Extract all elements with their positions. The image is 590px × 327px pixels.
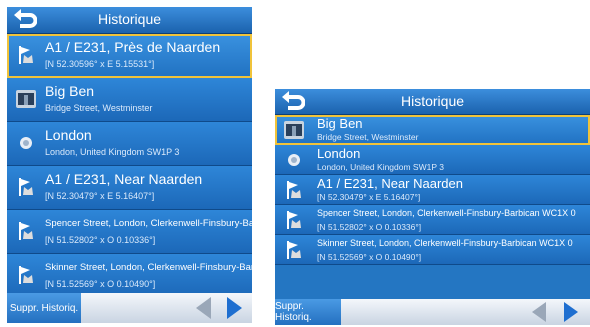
- flag-icon: [19, 46, 33, 64]
- item-title: Spencer Street, London, Clerkenwell-Fins…: [317, 208, 576, 218]
- flag-icon: [19, 266, 33, 284]
- next-page-button[interactable]: [556, 299, 584, 325]
- landmark-photo-icon: [284, 121, 304, 139]
- page-title: Historique: [400, 93, 465, 109]
- item-subtitle: [N 51.52569° x O 0.10490°]: [45, 279, 156, 289]
- bottom-toolbar: Suppr. Historiq.: [7, 293, 252, 323]
- item-title: Spencer Street, London, Clerkenwell-Fins…: [45, 218, 252, 229]
- item-title: London: [317, 146, 361, 161]
- history-item[interactable]: A1 / E231, Near Naarden [N 52.30479° x E…: [275, 175, 590, 205]
- history-list: Big Ben Bridge Street, Westminster Londo…: [275, 115, 590, 265]
- item-subtitle: London, United Kingdom SW1P 3: [45, 147, 180, 157]
- item-title: A1 / E231, Near Naarden: [45, 171, 203, 187]
- flag-icon: [287, 211, 301, 229]
- arrow-right-icon: [227, 297, 242, 319]
- item-subtitle: Bridge Street, Westminster: [45, 103, 153, 113]
- history-item[interactable]: Big Ben Bridge Street, Westminster: [7, 78, 252, 122]
- next-page-button[interactable]: [220, 293, 248, 323]
- item-title: Skinner Street, London, Clerkenwell-Fins…: [45, 262, 252, 273]
- flag-icon: [287, 241, 301, 259]
- item-subtitle: Bridge Street, Westminster: [317, 132, 419, 142]
- history-item[interactable]: Big Ben Bridge Street, Westminster: [275, 115, 590, 145]
- history-item[interactable]: Skinner Street, London, Clerkenwell-Fins…: [7, 254, 252, 298]
- history-item[interactable]: A1 / E231, Near Naarden [N 52.30479° x E…: [7, 166, 252, 210]
- page-title: Historique: [97, 11, 162, 27]
- clear-history-button[interactable]: Suppr. Historiq.: [275, 299, 341, 325]
- landmark-photo-icon: [16, 90, 36, 108]
- item-title: A1 / E231, Près de Naarden: [45, 39, 221, 55]
- item-title: A1 / E231, Near Naarden: [317, 176, 463, 191]
- history-screen-left: Historique A1 / E231, Près de Naarden [N…: [7, 7, 252, 323]
- item-subtitle: [N 52.30479° x E 5.16407°]: [45, 191, 155, 201]
- item-subtitle: [N 52.30479° x E 5.16407°]: [317, 192, 421, 202]
- item-subtitle: [N 51.52802° x O 0.10336°]: [317, 222, 422, 232]
- history-item[interactable]: Skinner Street, London, Clerkenwell-Fins…: [275, 235, 590, 265]
- item-subtitle: [N 51.52569° x O 0.10490°]: [317, 252, 422, 262]
- item-subtitle: [N 51.52802° x O 0.10336°]: [45, 235, 156, 245]
- title-bar: Historique: [275, 89, 590, 115]
- flag-icon: [19, 178, 33, 196]
- arrow-left-icon: [196, 297, 211, 319]
- arrow-right-icon: [564, 302, 578, 322]
- city-dot-icon: [288, 154, 300, 166]
- item-title: Big Ben: [317, 116, 363, 131]
- bottom-toolbar: Suppr. Historiq.: [275, 299, 590, 325]
- flag-icon: [287, 181, 301, 199]
- history-screen-right: Historique Big Ben Bridge Street, Westmi…: [275, 89, 590, 325]
- history-item[interactable]: A1 / E231, Près de Naarden [N 52.30596° …: [7, 34, 252, 78]
- item-subtitle: [N 52.30596° x E 5.15531°]: [45, 59, 155, 69]
- history-item[interactable]: London London, United Kingdom SW1P 3: [275, 145, 590, 175]
- clear-history-button[interactable]: Suppr. Historiq.: [7, 293, 81, 323]
- city-dot-icon: [20, 137, 32, 149]
- previous-page-button[interactable]: [190, 293, 218, 323]
- item-title: Big Ben: [45, 83, 95, 99]
- previous-page-button[interactable]: [526, 299, 554, 325]
- history-item[interactable]: Spencer Street, London, Clerkenwell-Fins…: [275, 205, 590, 235]
- history-item[interactable]: London London, United Kingdom SW1P 3: [7, 122, 252, 166]
- flag-icon: [19, 222, 33, 240]
- arrow-left-icon: [532, 302, 546, 322]
- item-title: London: [45, 127, 92, 143]
- history-list: A1 / E231, Près de Naarden [N 52.30596° …: [7, 34, 252, 298]
- item-title: Skinner Street, London, Clerkenwell-Fins…: [317, 238, 573, 248]
- item-subtitle: London, United Kingdom SW1P 3: [317, 162, 444, 172]
- title-bar: Historique: [7, 7, 252, 34]
- history-item[interactable]: Spencer Street, London, Clerkenwell-Fins…: [7, 210, 252, 254]
